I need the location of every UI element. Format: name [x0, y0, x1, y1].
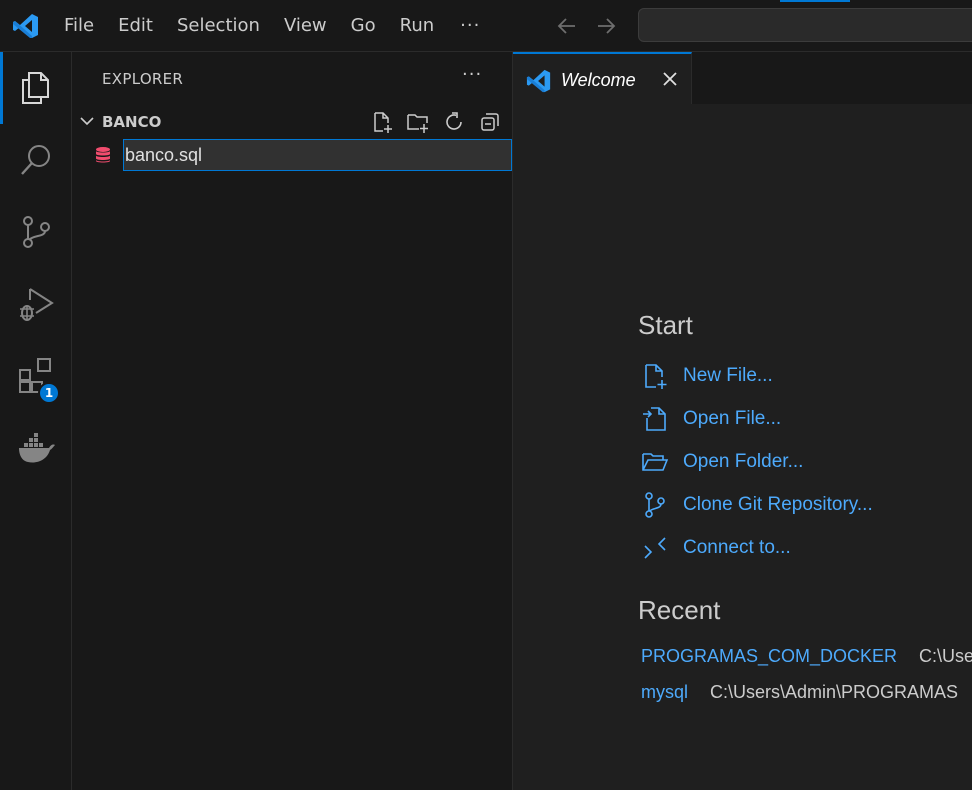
activity-search[interactable]	[0, 124, 72, 196]
active-indicator	[0, 52, 3, 124]
close-icon[interactable]	[661, 70, 679, 88]
activity-source-control[interactable]	[0, 196, 72, 268]
recent-item: mysql C:\Users\Admin\PROGRAMAS	[641, 679, 958, 705]
recent-link[interactable]: PROGRAMAS_COM_DOCKER	[641, 646, 897, 667]
activity-docker[interactable]	[0, 412, 72, 484]
start-item-label: Open Folder...	[683, 451, 804, 472]
start-item-label: Connect to...	[683, 537, 791, 558]
recent-link[interactable]: mysql	[641, 682, 688, 703]
recent-heading: Recent	[638, 595, 721, 625]
start-item-label: Clone Git Repository...	[683, 494, 873, 515]
activity-explorer[interactable]	[0, 52, 72, 124]
git-branch-icon	[645, 492, 665, 518]
search-icon	[21, 145, 50, 175]
arrow-left-icon[interactable]	[555, 14, 579, 38]
new-folder-icon[interactable]	[406, 110, 430, 134]
arrow-right-icon[interactable]	[594, 14, 618, 38]
title-accent-line	[780, 0, 850, 2]
docker-icon	[19, 433, 55, 463]
open-file-icon	[643, 407, 666, 431]
sidebar-title: EXPLORER	[102, 70, 184, 88]
clone-git-link[interactable]: Clone Git Repository...	[641, 488, 873, 522]
open-file-link[interactable]: Open File...	[641, 402, 781, 436]
tab-label: Welcome	[561, 70, 636, 90]
activity-extensions[interactable]: 1	[0, 340, 72, 412]
database-icon	[96, 147, 110, 163]
explorer-sidebar: EXPLORER ··· BANCO	[72, 52, 513, 790]
editor-tabs: Welcome	[513, 52, 972, 104]
open-folder-link[interactable]: Open Folder...	[641, 445, 803, 479]
sidebar-more-button[interactable]: ···	[462, 64, 482, 85]
recent-item: PROGRAMAS_COM_DOCKER C:\Users	[641, 643, 972, 669]
rename-file-input[interactable]	[123, 139, 512, 171]
recent-path: C:\Users	[919, 645, 972, 666]
welcome-page: Start New File... Open File... Open Fold…	[513, 104, 972, 790]
menu-selection[interactable]: Selection	[165, 0, 272, 52]
menu-go[interactable]: Go	[339, 0, 388, 52]
menu-edit[interactable]: Edit	[106, 0, 165, 52]
file-rename-row	[72, 138, 512, 172]
menu-bar: File Edit Selection View Go Run ···	[52, 0, 494, 52]
extensions-badge: 1	[38, 382, 60, 404]
folder-name: BANCO	[102, 113, 162, 131]
start-item-label: Open File...	[683, 408, 782, 429]
recent-path: C:\Users\Admin\PROGRAMAS	[710, 681, 959, 702]
command-center-search[interactable]	[638, 8, 972, 42]
open-folder-icon	[642, 453, 669, 471]
vscode-logo	[526, 69, 551, 93]
remote-icon	[644, 537, 666, 559]
new-file-icon[interactable]	[370, 110, 394, 134]
start-item-label: New File...	[683, 365, 773, 386]
vscode-logo[interactable]	[12, 12, 40, 40]
new-file-link[interactable]: New File...	[641, 359, 773, 393]
menu-run[interactable]: Run	[388, 0, 447, 52]
menu-more-button[interactable]: ···	[446, 0, 494, 52]
activity-bar: 1	[0, 52, 72, 790]
source-control-icon	[23, 216, 50, 248]
connect-to-link[interactable]: Connect to...	[641, 531, 791, 565]
menu-view[interactable]: View	[272, 0, 339, 52]
tab-welcome[interactable]: Welcome	[513, 52, 692, 104]
start-heading: Start	[638, 310, 693, 340]
title-bar: File Edit Selection View Go Run ···	[0, 0, 972, 52]
run-debug-icon	[20, 288, 54, 321]
explorer-icon	[22, 72, 49, 104]
menu-file[interactable]: File	[52, 0, 106, 52]
activity-run-debug[interactable]	[0, 268, 72, 340]
refresh-icon[interactable]	[442, 110, 466, 134]
new-file-icon	[645, 364, 667, 389]
chevron-down-icon	[80, 117, 94, 126]
folder-header[interactable]: BANCO	[72, 108, 512, 136]
collapse-all-icon[interactable]	[478, 110, 502, 134]
